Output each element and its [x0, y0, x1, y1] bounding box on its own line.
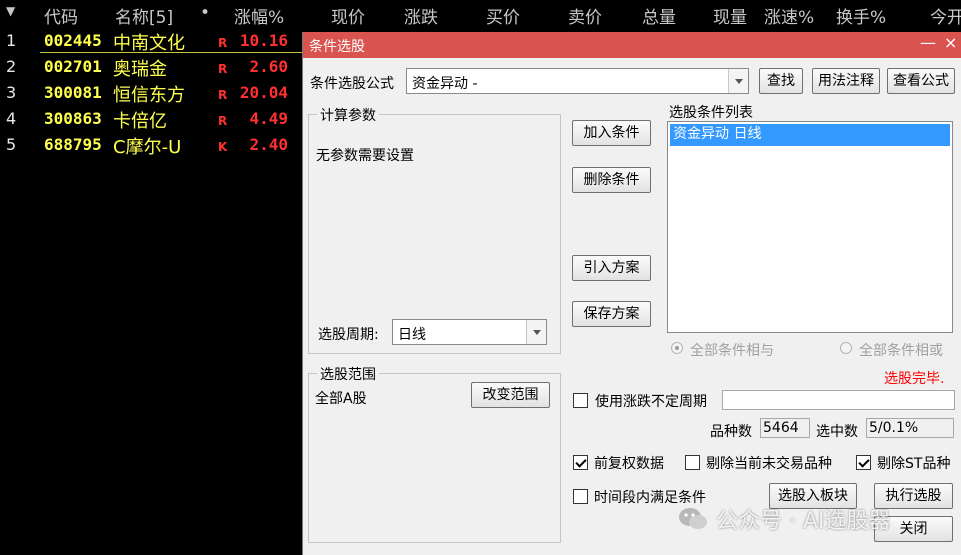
range-group: 选股范围 全部A股 改变范围	[308, 364, 561, 543]
table-row[interactable]: 5 688795 C摩尔-U K 2.40	[0, 132, 302, 158]
formula-label: 条件选股公式	[310, 76, 394, 92]
forward-adjust-label: 前复权数据	[594, 456, 664, 472]
chevron-down-icon[interactable]	[728, 69, 748, 93]
watermark-text: 公众号 · AI选股器	[716, 509, 891, 534]
row-number: 3	[6, 83, 17, 102]
condition-list[interactable]: 资金异动 日线	[667, 121, 953, 333]
stock-name: 奥瑞金	[113, 59, 167, 80]
list-item[interactable]: 资金异动 日线	[670, 124, 950, 146]
remove-st-checkbox[interactable]	[856, 455, 871, 470]
stock-name: C摩尔-U	[113, 137, 182, 158]
stock-name: 卡倍亿	[113, 111, 167, 132]
range-value: 全部A股	[315, 391, 367, 407]
dialog-title: 条件选股	[309, 39, 365, 55]
add-condition-button[interactable]: 加入条件	[572, 120, 651, 146]
period-input[interactable]	[722, 390, 955, 410]
col-name[interactable]: 名称[5]	[115, 3, 173, 28]
period-select[interactable]: 日线	[392, 319, 547, 345]
params-group: 计算参数 无参数需要设置 选股周期: 日线	[308, 105, 561, 354]
count-value: 5464	[760, 418, 810, 438]
col-open[interactable]: 今开	[930, 3, 961, 28]
formula-value: 资金异动 -	[412, 76, 478, 92]
col-volume[interactable]: 总量	[642, 3, 676, 28]
change-range-button[interactable]: 改变范围	[471, 382, 550, 408]
minimize-icon[interactable]: —	[920, 33, 936, 52]
table-row[interactable]: 2 002701 奥瑞金 R 2.60	[0, 54, 302, 80]
stock-name: 恒信东方	[113, 85, 185, 106]
wechat-icon	[678, 507, 708, 531]
col-speed[interactable]: 涨速%	[764, 3, 814, 28]
period-value: 日线	[398, 327, 426, 343]
condition-list-label: 选股条件列表	[669, 105, 753, 121]
change-pct: 20.04	[239, 83, 288, 102]
radio-or[interactable]	[840, 342, 852, 354]
selected-label: 选中数	[816, 424, 858, 440]
change-pct: 2.60	[249, 57, 288, 76]
stock-code: 688795	[44, 135, 102, 154]
radio-or-label: 全部条件相或	[859, 343, 943, 359]
row-number: 1	[6, 31, 17, 50]
col-turnover[interactable]: 换手%	[836, 3, 886, 28]
stock-code: 300863	[44, 109, 102, 128]
forward-adjust-checkbox[interactable]	[573, 455, 588, 470]
row-number: 4	[6, 109, 17, 128]
remove-untraded-label: 剔除当前未交易品种	[706, 456, 832, 472]
close-icon[interactable]: ×	[944, 33, 957, 52]
table-row[interactable]: 3 300081 恒信东方 R 20.04	[0, 80, 302, 106]
dialog-titlebar[interactable]: 条件选股 — ×	[303, 32, 961, 58]
save-scheme-button[interactable]: 保存方案	[572, 301, 651, 327]
row-number: 5	[6, 135, 17, 154]
stock-flag: K	[218, 140, 228, 154]
stock-flag: R	[218, 36, 228, 50]
condition-screener-dialog: 条件选股 — × 条件选股公式 资金异动 - 查找 用法注释 查看公式 计算参数…	[302, 32, 961, 555]
chevron-down-icon[interactable]	[526, 320, 546, 344]
table-row[interactable]: 1 002445 中南文化 R 10.16	[0, 28, 302, 54]
stock-flag: R	[218, 114, 228, 128]
radio-and[interactable]	[671, 342, 683, 354]
stock-code: 002445	[44, 31, 102, 50]
col-current-vol[interactable]: 现量	[713, 3, 747, 28]
stock-flag: R	[218, 88, 228, 102]
stock-code: 300081	[44, 83, 102, 102]
sort-arrow-icon[interactable]: ▼	[6, 4, 15, 18]
formula-select[interactable]: 资金异动 -	[406, 68, 749, 94]
remove-untraded-checkbox[interactable]	[685, 455, 700, 470]
params-text: 无参数需要设置	[316, 148, 414, 164]
view-formula-button[interactable]: 查看公式	[887, 68, 955, 94]
import-scheme-button[interactable]: 引入方案	[572, 255, 651, 281]
stock-flag: R	[218, 62, 228, 76]
row-number: 2	[6, 57, 17, 76]
col-change-pct[interactable]: 涨幅%	[234, 3, 284, 28]
period-label: 选股周期:	[318, 327, 379, 343]
col-code[interactable]: 代码	[44, 3, 78, 28]
table-row[interactable]: 4 300863 卡倍亿 R 4.49	[0, 106, 302, 132]
change-pct: 4.49	[249, 109, 288, 128]
params-group-title: 计算参数	[317, 105, 379, 125]
remove-st-label: 剔除ST品种	[877, 456, 951, 472]
variable-period-label: 使用涨跌不定周期	[595, 394, 707, 410]
selected-value: 5/0.1%	[866, 418, 954, 438]
col-bid[interactable]: 买价	[486, 3, 520, 28]
time-range-label: 时间段内满足条件	[594, 490, 706, 506]
col-dot: •	[200, 3, 211, 23]
selected-row-underline	[40, 52, 302, 53]
range-group-title: 选股范围	[317, 364, 379, 384]
col-price[interactable]: 现价	[331, 3, 365, 28]
variable-period-checkbox[interactable]	[573, 393, 588, 408]
col-change[interactable]: 涨跌	[404, 3, 438, 28]
col-ask[interactable]: 卖价	[568, 3, 602, 28]
stock-code: 002701	[44, 57, 102, 76]
count-label: 品种数	[710, 424, 752, 440]
usage-notes-button[interactable]: 用法注释	[812, 68, 880, 94]
find-button[interactable]: 查找	[759, 68, 803, 94]
table-header: ▼ 代码 名称[5] • 涨幅% 现价 涨跌 买价 卖价 总量 现量 涨速% 换…	[0, 0, 961, 28]
delete-condition-button[interactable]: 删除条件	[572, 167, 651, 193]
change-pct: 10.16	[239, 31, 288, 50]
time-range-checkbox[interactable]	[573, 489, 588, 504]
status-text: 选股完毕.	[884, 371, 945, 387]
change-pct: 2.40	[249, 135, 288, 154]
radio-and-label: 全部条件相与	[690, 343, 774, 359]
